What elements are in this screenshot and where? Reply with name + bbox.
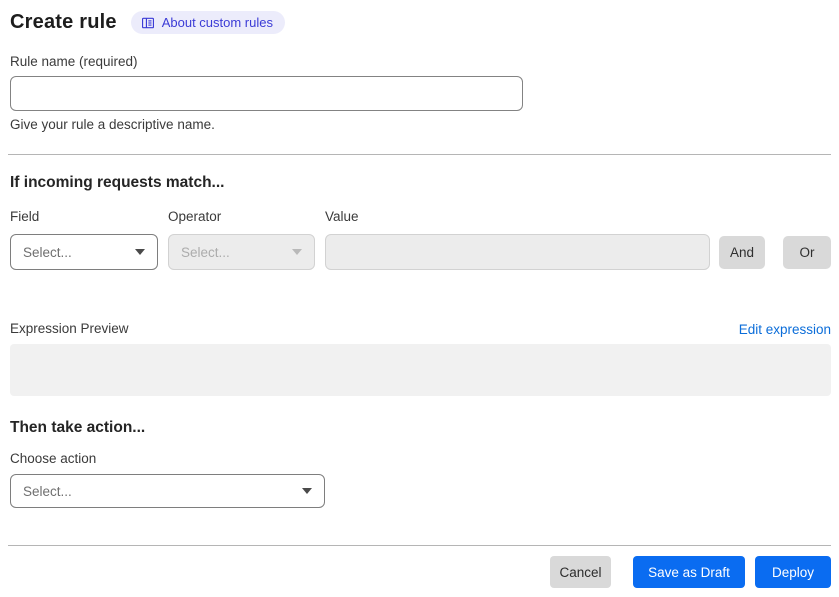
footer-divider [8,545,831,546]
cancel-button[interactable]: Cancel [550,556,611,588]
title-row: Create rule About custom rules [10,9,831,36]
choose-action-label: Choose action [10,451,97,466]
edit-expression-link[interactable]: Edit expression [739,322,831,337]
choose-action-select[interactable]: Select... [10,474,325,508]
or-button[interactable]: Or [783,236,831,269]
footer-actions: Cancel Save as Draft Deploy [10,556,831,588]
value-label: Value [325,209,359,224]
action-section-heading: Then take action... [10,419,146,436]
about-custom-rules-badge[interactable]: About custom rules [130,11,285,34]
field-select[interactable]: Select... [10,234,158,270]
field-label: Field [10,209,40,224]
chevron-down-icon [292,249,302,255]
and-button[interactable]: And [719,236,765,269]
rule-name-helper: Give your rule a descriptive name. [10,117,215,132]
operator-select[interactable]: Select... [168,234,315,270]
match-section-heading: If incoming requests match... [10,174,225,191]
save-as-draft-button[interactable]: Save as Draft [633,556,745,588]
field-group: Field Select... [10,209,158,270]
create-rule-page: Create rule About custom rules Rule name… [0,0,839,597]
field-select-placeholder: Select... [23,244,72,260]
operator-group: Operator Select... [168,209,315,270]
about-badge-label: About custom rules [161,15,273,30]
expression-preview-row: Expression Preview Edit expression [10,321,831,337]
rule-name-input[interactable] [10,76,523,111]
page-title: Create rule [10,11,117,33]
section-divider [8,154,831,155]
choose-action-placeholder: Select... [23,483,72,499]
operator-label: Operator [168,209,222,224]
match-row: Field Select... Operator Select... Value… [10,209,831,270]
book-icon [141,16,155,30]
rule-name-label: Rule name (required) [10,54,138,69]
value-input[interactable] [325,234,710,270]
deploy-button[interactable]: Deploy [755,556,831,588]
expression-preview-box [10,344,831,396]
chevron-down-icon [135,249,145,255]
chevron-down-icon [302,488,312,494]
expression-preview-label: Expression Preview [10,321,129,336]
operator-select-placeholder: Select... [181,244,230,260]
value-group: Value [325,209,710,270]
